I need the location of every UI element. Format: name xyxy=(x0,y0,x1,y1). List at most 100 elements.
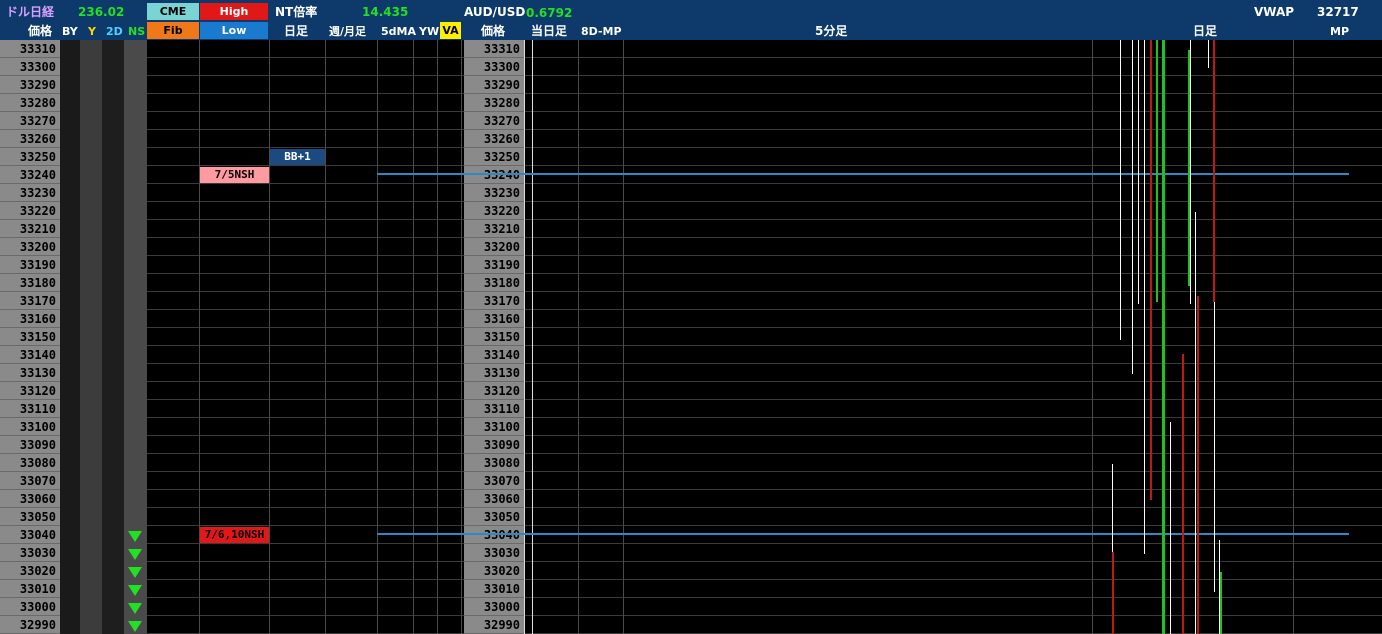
row-gridline xyxy=(146,543,464,544)
ns-down-arrow-icon xyxy=(128,531,142,542)
price-cell: 33040 xyxy=(0,526,60,544)
row-gridline xyxy=(524,57,1382,58)
col-daily2-header: 日足 xyxy=(1193,24,1218,38)
price-cell: 33200 xyxy=(0,238,60,256)
bar-up xyxy=(1162,40,1165,634)
row-gridline xyxy=(524,507,1382,508)
price-cell: 33220 xyxy=(464,202,524,220)
bar-up xyxy=(1220,572,1222,634)
bar-wick xyxy=(1120,40,1121,340)
ns-down-arrow-icon xyxy=(128,549,142,560)
price-cell: 33160 xyxy=(464,310,524,328)
high-button[interactable]: High xyxy=(200,3,268,20)
row-gridline xyxy=(524,363,1382,364)
row-gridline xyxy=(524,273,1382,274)
price-cell: 33290 xyxy=(464,76,524,94)
by-column xyxy=(60,40,80,634)
row-gridline xyxy=(524,597,1382,598)
row-gridline xyxy=(146,273,464,274)
row-gridline xyxy=(524,453,1382,454)
low-button[interactable]: Low xyxy=(200,22,268,39)
price-cell: 33270 xyxy=(0,112,60,130)
price-cell: 33070 xyxy=(464,472,524,490)
row-gridline xyxy=(146,237,464,238)
divider xyxy=(623,40,624,634)
divider xyxy=(1092,40,1093,634)
col-yw-header: YW xyxy=(419,25,440,38)
divider xyxy=(578,40,579,634)
price-cell: 32990 xyxy=(464,616,524,634)
row-gridline xyxy=(146,345,464,346)
row-gridline xyxy=(524,381,1382,382)
row-gridline xyxy=(524,579,1382,580)
price-cell: 33260 xyxy=(0,130,60,148)
price-cell: 33160 xyxy=(0,310,60,328)
price-cell: 33230 xyxy=(464,184,524,202)
price-cell: 33080 xyxy=(464,454,524,472)
dollar-nikkei-label: ドル日経 xyxy=(6,5,55,19)
row-gridline xyxy=(524,111,1382,112)
row-gridline xyxy=(524,75,1382,76)
price-cell: 33250 xyxy=(0,148,60,166)
price-cell: 33040 xyxy=(464,526,524,544)
row-gridline xyxy=(146,57,464,58)
level-line-nsh-75 xyxy=(377,173,1349,175)
bar-wick xyxy=(1132,40,1133,374)
col-by-header: BY xyxy=(62,25,78,38)
col-5min-header: 5分足 xyxy=(815,24,848,38)
row-gridline xyxy=(146,183,464,184)
price-cell: 32990 xyxy=(0,616,60,634)
col-price-header: 価格 xyxy=(28,24,53,38)
divider xyxy=(532,40,533,634)
bar-down xyxy=(1150,40,1152,500)
price-cell: 33010 xyxy=(464,580,524,598)
va-toggle[interactable]: VA xyxy=(440,22,461,39)
col-2d-header: 2D xyxy=(106,25,123,38)
row-gridline xyxy=(524,561,1382,562)
price-cell: 33180 xyxy=(0,274,60,292)
cme-button[interactable]: CME xyxy=(147,3,199,20)
col-mp-header: MP xyxy=(1330,25,1350,38)
row-gridline xyxy=(524,147,1382,148)
row-gridline xyxy=(524,309,1382,310)
nsh-75-marker: 7/5NSH xyxy=(200,167,269,183)
nt-ratio-value: 14.435 xyxy=(362,5,409,19)
price-cell: 33090 xyxy=(464,436,524,454)
price-cell: 33100 xyxy=(464,418,524,436)
row-gridline xyxy=(146,165,464,166)
row-gridline xyxy=(524,489,1382,490)
price-cell: 33200 xyxy=(464,238,524,256)
row-gridline xyxy=(524,237,1382,238)
divider xyxy=(1293,40,1294,634)
row-gridline xyxy=(146,489,464,490)
divider xyxy=(199,40,200,634)
row-gridline xyxy=(146,147,464,148)
price-cell: 33180 xyxy=(464,274,524,292)
fib-button[interactable]: Fib xyxy=(147,22,199,39)
row-gridline xyxy=(146,435,464,436)
price-cell: 33100 xyxy=(0,418,60,436)
vwap-value: 32717 xyxy=(1317,5,1359,19)
price-cell: 33280 xyxy=(0,94,60,112)
price-cell: 33080 xyxy=(0,454,60,472)
price-cell: 33300 xyxy=(464,58,524,76)
price-cell: 33250 xyxy=(464,148,524,166)
row-gridline xyxy=(524,93,1382,94)
row-gridline xyxy=(146,219,464,220)
row-gridline xyxy=(146,363,464,364)
col-ns-header: NS xyxy=(128,25,146,38)
bar-wick xyxy=(1190,40,1191,304)
price-cell: 33050 xyxy=(464,508,524,526)
price-cell: 33240 xyxy=(0,166,60,184)
row-gridline xyxy=(146,579,464,580)
ns-down-arrow-icon xyxy=(128,603,142,614)
bar-wick xyxy=(1208,40,1209,68)
price-cell: 33110 xyxy=(464,400,524,418)
col-8d-mp-header: 8D-MP xyxy=(581,25,622,38)
row-gridline xyxy=(146,507,464,508)
2d-column xyxy=(102,40,124,634)
ns-down-arrow-icon xyxy=(128,621,142,632)
divider xyxy=(377,40,378,634)
row-gridline xyxy=(524,219,1382,220)
bar-down xyxy=(1112,552,1114,634)
